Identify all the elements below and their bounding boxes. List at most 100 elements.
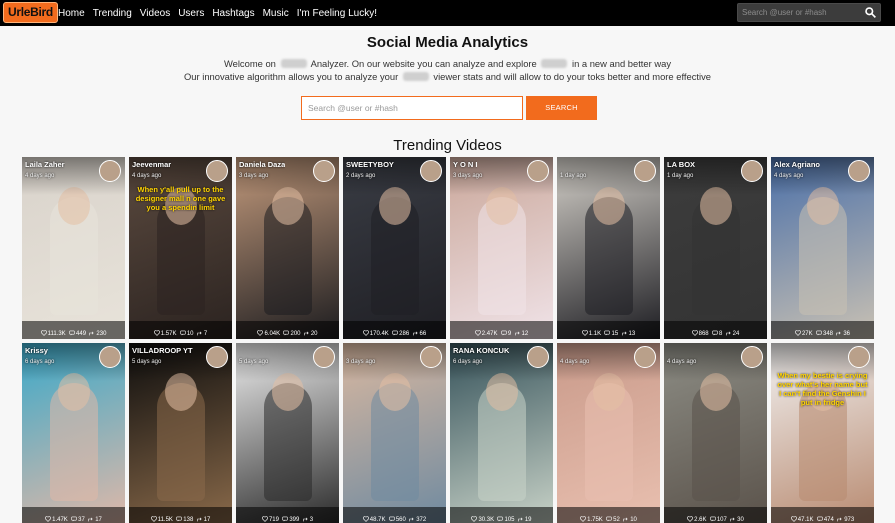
avatar[interactable] (634, 160, 656, 182)
nav-link-6[interactable]: I'm Feeling Lucky! (297, 8, 377, 19)
shares-count: 230 (96, 331, 107, 337)
comment-icon (501, 330, 507, 336)
likes-count: 111.3K (47, 331, 66, 337)
search-icon[interactable] (864, 6, 877, 19)
share-icon (837, 517, 842, 522)
nav-link-2[interactable]: Videos (140, 8, 170, 19)
avatar[interactable] (313, 160, 335, 182)
avatar[interactable] (420, 346, 442, 368)
likes-count: 11.5K (157, 517, 173, 523)
video-card[interactable]: 3 days ago 48.7K 560 372 (343, 343, 446, 523)
avatar[interactable] (206, 160, 228, 182)
nav-link-0[interactable]: Home (58, 8, 85, 19)
video-card[interactable]: Laila Zaher 4 days ago 111.3K 449 230 (22, 157, 125, 339)
video-age: 6 days ago (453, 359, 483, 365)
avatar[interactable] (206, 346, 228, 368)
shares-count: 7 (203, 331, 208, 337)
video-card[interactable]: 1 day ago 1.1K 15 13 (557, 157, 660, 339)
shares-count: 20 (310, 331, 318, 337)
intro-text: in a new and better way (572, 58, 672, 69)
likes-count: 30.3K (478, 517, 495, 523)
video-stats: 2.6K 107 30 (664, 516, 767, 523)
shares-count: 372 (416, 517, 427, 523)
comments-count: 138 (183, 517, 194, 523)
video-author[interactable]: VILLADROOP YT (132, 346, 193, 355)
share-icon (836, 331, 841, 336)
intro-text: viewer stats and will allow to do your t… (433, 71, 711, 82)
avatar[interactable] (527, 346, 549, 368)
video-age: 6 days ago (25, 359, 55, 365)
avatar[interactable] (848, 160, 870, 182)
nav-link-4[interactable]: Hashtags (212, 8, 254, 19)
heart-icon (687, 516, 694, 522)
heart-icon (581, 330, 588, 336)
video-grid: Laila Zaher 4 days ago 111.3K 449 230 Je… (22, 157, 877, 523)
comments-count: 474 (823, 517, 834, 523)
shares-count: 30 (737, 517, 744, 523)
avatar[interactable] (420, 160, 442, 182)
video-author[interactable]: RANA KONCUK (453, 346, 509, 355)
video-author[interactable]: Y O N I (453, 160, 477, 169)
share-icon (412, 331, 418, 336)
share-icon (514, 331, 520, 336)
avatar[interactable] (741, 160, 763, 182)
video-card[interactable]: 4 days ago 2.6K 107 30 (664, 343, 767, 523)
comment-icon (392, 330, 398, 336)
nav-search-input[interactable] (742, 4, 860, 21)
search-button[interactable]: SEARCH (526, 96, 597, 120)
comment-icon (712, 330, 718, 336)
nav-link-1[interactable]: Trending (93, 8, 132, 19)
video-age: 4 days ago (132, 173, 162, 179)
comment-icon (497, 516, 504, 522)
video-card[interactable]: Jeevenmar 4 days ago When y'all pull up … (129, 157, 232, 339)
video-author[interactable]: Alex Agriano (774, 160, 820, 169)
video-author[interactable]: Krissy (25, 346, 48, 355)
avatar[interactable] (99, 160, 121, 182)
comments-count: 9 (507, 331, 512, 337)
video-card[interactable]: SWEETYBOY 2 days ago 170.4K 286 66 (343, 157, 446, 339)
likes-count: 170.4K (369, 331, 389, 337)
video-author[interactable]: Laila Zaher (25, 160, 65, 169)
hero-search-input[interactable] (302, 97, 522, 119)
video-author[interactable]: SWEETYBOY (346, 160, 394, 169)
video-card[interactable]: When my bestie is crying over what's her… (771, 343, 874, 523)
share-icon (409, 517, 414, 522)
video-author[interactable]: Daniela Daza (239, 160, 285, 169)
logo[interactable]: UrleBird (3, 2, 58, 23)
video-stats: 170.4K 286 66 (343, 330, 446, 337)
nav-link-3[interactable]: Users (178, 8, 204, 19)
avatar[interactable] (313, 346, 335, 368)
heart-icon (794, 330, 801, 336)
likes-count: 1.47K (52, 517, 68, 523)
intro-text: Our innovative algorithm allows you to a… (184, 71, 399, 82)
video-card[interactable]: VILLADROOP YT 5 days ago 11.5K 138 17 (129, 343, 232, 523)
video-author[interactable]: Jeevenmar (132, 160, 171, 169)
nav-link-5[interactable]: Music (263, 8, 289, 19)
video-author[interactable]: LA BOX (667, 160, 695, 169)
video-stats: 1.1K 15 13 (557, 330, 660, 337)
video-card[interactable]: Y O N I 3 days ago 2.47K 9 12 (450, 157, 553, 339)
comments-count: 15 (611, 331, 619, 337)
avatar[interactable] (741, 346, 763, 368)
redacted-text (541, 59, 568, 68)
redacted-text (402, 72, 429, 81)
video-stats: 868 8 24 (664, 330, 767, 337)
video-card[interactable]: RANA KONCUK 6 days ago 30.3K 105 19 (450, 343, 553, 523)
video-card[interactable]: 4 days ago 1.75K 52 10 (557, 343, 660, 523)
video-card[interactable]: 5 days ago 719 399 3 (236, 343, 339, 523)
avatar[interactable] (99, 346, 121, 368)
avatar[interactable] (848, 346, 870, 368)
video-card[interactable]: LA BOX 1 day ago 868 8 24 (664, 157, 767, 339)
video-card[interactable]: Alex Agriano 4 days ago 27K 348 36 (771, 157, 874, 339)
avatar[interactable] (634, 346, 656, 368)
avatar[interactable] (527, 160, 549, 182)
video-card[interactable]: Daniela Daza 3 days ago 6.04K 200 20 (236, 157, 339, 339)
comment-icon (816, 330, 822, 336)
video-card[interactable]: Krissy 6 days ago 1.47K 37 17 (22, 343, 125, 523)
video-stats: 48.7K 560 372 (343, 516, 446, 523)
comment-icon (282, 516, 289, 522)
video-stats: 1.57K 10 7 (129, 330, 232, 337)
share-icon (621, 331, 627, 336)
comments-count: 10 (186, 331, 194, 337)
shares-count: 36 (843, 331, 851, 337)
